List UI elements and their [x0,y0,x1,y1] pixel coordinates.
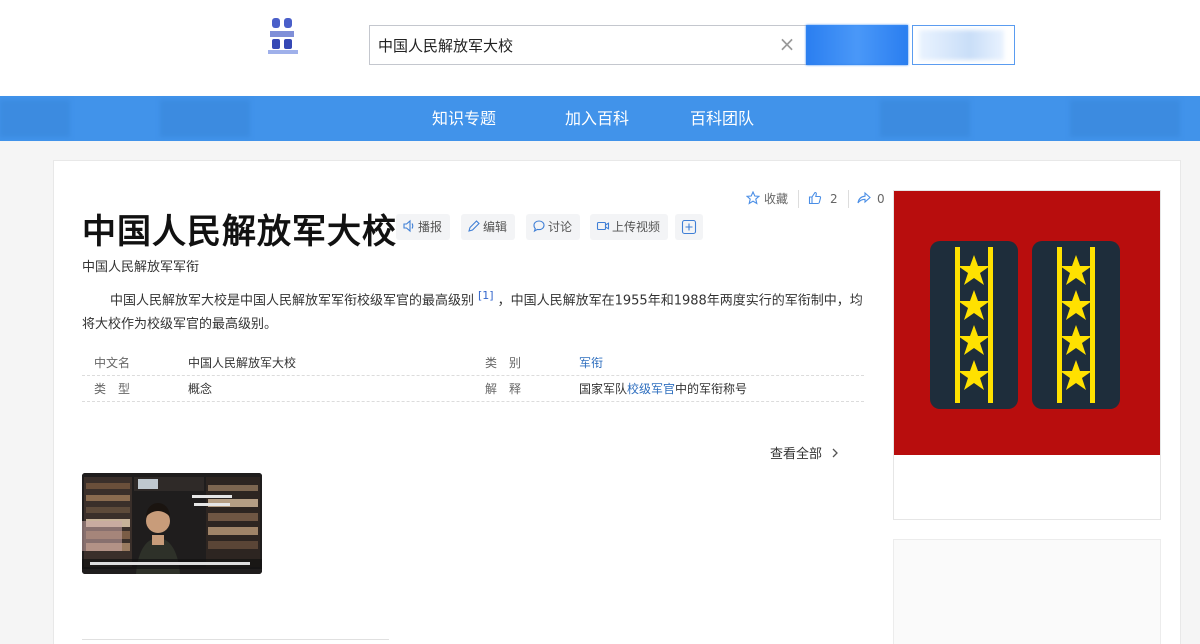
view-all-link[interactable]: 查看全部 [770,443,840,462]
nav-item-knowledge-topics[interactable]: 知识专题 [432,96,496,141]
info-value-type: 概念 [188,382,213,396]
main-nav: 知识专题 加入百科 百科团队 [0,96,1200,141]
info-label-explanation: 解 释 [485,382,522,396]
favorite-button[interactable]: 收藏 [745,190,789,208]
info-label-chinese-name: 中文名 [94,356,131,370]
plus-square-icon [681,219,697,235]
info-row: 中文名 中国人民解放军大校 类 别 军衔 [82,350,864,376]
more-tools-button[interactable] [675,214,703,240]
share-button[interactable]: 0 [857,190,885,208]
discuss-button[interactable]: 讨论 [526,214,581,240]
like-count: 2 [830,192,838,206]
shoulder-board-image [894,191,1160,455]
entry-summary: 中国人民解放军大校是中国人民解放军军衔校级军官的最高级别 [1] ，中国人民解放军在… [82,284,867,337]
video-camera-icon [596,221,610,231]
nav-item-baike-team[interactable]: 百科团队 [690,96,754,141]
chat-bubble-icon [533,220,545,233]
info-value-explanation: 国家军队校级军官中的军衔称号 [579,376,747,402]
info-label-category: 类 别 [485,356,522,370]
summary-text-1: 中国人民解放军大校是中国人民解放军军衔校级军官的最高级别 [110,293,475,309]
favorite-label: 收藏 [764,192,789,206]
video-thumbnail[interactable] [82,473,262,574]
broadcast-button[interactable]: 播报 [396,214,451,240]
nav-item-join-baike[interactable]: 加入百科 [565,96,629,141]
explanation-prefix: 国家军队 [579,382,628,396]
chevron-right-icon [832,448,839,458]
info-link-military-rank[interactable]: 军衔 [579,350,603,376]
like-button[interactable]: 2 [808,190,838,208]
search-input[interactable] [378,26,768,64]
pencil-icon [468,220,480,232]
baike-logo[interactable] [266,14,308,58]
top-header: × [0,0,1200,96]
clear-search-icon[interactable]: × [778,34,796,54]
senior-colonel-insignia-image[interactable] [894,191,1160,455]
info-row: 类 型 概念 解 释 国家军队校级军官中的军衔称号 [82,376,864,402]
upload-video-label: 上传视频 [612,220,661,234]
info-value-chinese-name: 中国人民解放军大校 [188,356,297,370]
divider [82,639,389,640]
enter-entry-button[interactable] [806,25,908,65]
view-all-label: 查看全部 [770,447,823,462]
share-count: 0 [877,192,885,206]
broadcast-label: 播报 [418,220,443,234]
video-still-image [82,473,262,574]
entry-subtitle: 中国人民解放军军衔 [82,260,200,275]
explanation-suffix: 中的军衔称号 [675,382,748,396]
info-label-type: 类 型 [94,382,131,396]
search-box: × [369,25,806,65]
speaker-icon [403,219,414,233]
share-icon [857,191,871,204]
reference-link[interactable]: [1] [478,289,494,302]
info-link-field-officer[interactable]: 校级军官 [627,382,675,396]
page-title: 中国人民解放军大校 [82,212,397,252]
side-panel-card [893,539,1161,644]
full-site-search-button[interactable] [912,25,1015,65]
edit-label: 编辑 [483,220,508,234]
edit-button[interactable]: 编辑 [461,214,516,240]
upload-video-button[interactable]: 上传视频 [590,214,669,240]
star-outline-icon [745,190,761,205]
discuss-label: 讨论 [548,220,573,234]
thumbs-up-icon [808,191,822,205]
